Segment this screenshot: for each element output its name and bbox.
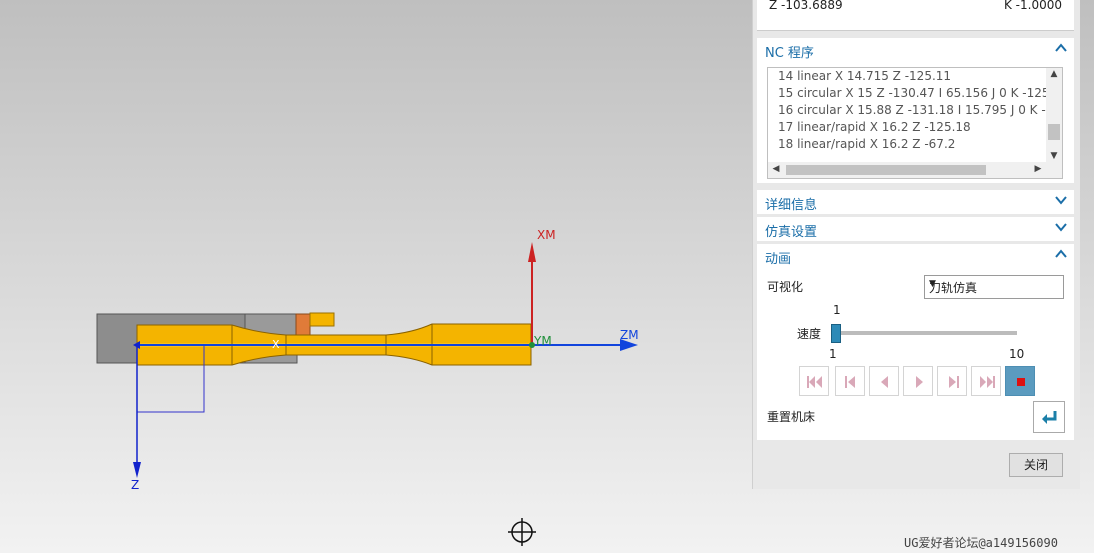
simulation-settings-section[interactable]: 仿真设置 bbox=[757, 217, 1074, 241]
nc-program-listbox[interactable]: 14 linear X 14.715 Z -125.11 15 circular… bbox=[767, 67, 1063, 179]
play-forward-button[interactable] bbox=[903, 366, 933, 396]
visualize-dropdown[interactable]: 刀轨仿真 ▼ bbox=[924, 275, 1064, 299]
reset-arrow-icon bbox=[1042, 411, 1057, 424]
crosshair-cursor-icon bbox=[508, 518, 536, 546]
animation-title[interactable]: 动画 bbox=[765, 248, 791, 267]
scroll-right-icon[interactable]: ▶ bbox=[1030, 164, 1046, 174]
dropdown-arrow-icon: ▼ bbox=[929, 279, 936, 289]
coordinate-readout: Z -103.6889 K -1.0000 bbox=[757, 0, 1074, 31]
nc-program-title[interactable]: NC 程序 bbox=[765, 42, 814, 61]
play-reverse-icon bbox=[881, 376, 888, 388]
nc-line[interactable]: 14 linear X 14.715 Z -125.11 bbox=[768, 68, 1046, 85]
scroll-thumb[interactable] bbox=[1048, 124, 1060, 140]
chevron-down-icon[interactable] bbox=[1054, 220, 1068, 234]
details-section[interactable]: 详细信息 bbox=[757, 190, 1074, 214]
details-title[interactable]: 详细信息 bbox=[765, 194, 817, 213]
stop-icon bbox=[1017, 378, 1025, 386]
nc-line[interactable]: 17 linear/rapid X 16.2 Z -125.18 bbox=[768, 119, 1046, 136]
reset-machine-label: 重置机床 bbox=[767, 410, 816, 424]
speed-current-value: 1 bbox=[833, 303, 841, 317]
step-back-button[interactable] bbox=[835, 366, 865, 396]
skip-to-start-button[interactable] bbox=[799, 366, 829, 396]
xm-label: XM bbox=[537, 228, 556, 242]
speed-label: 速度 bbox=[797, 327, 822, 341]
z-value: Z -103.6889 bbox=[769, 0, 843, 12]
jaw-tab bbox=[309, 312, 335, 327]
play-forward-icon bbox=[916, 376, 923, 388]
skip-to-end-icon bbox=[980, 376, 995, 388]
toolpath-scene bbox=[96, 242, 638, 478]
nc-line[interactable]: 15 circular X 15 Z -130.47 I 65.156 J 0 … bbox=[768, 85, 1046, 102]
z-label: Z bbox=[131, 478, 140, 492]
nc-program-section: NC 程序 14 linear X 14.715 Z -125.11 15 ci… bbox=[757, 38, 1074, 183]
ym-label: YM bbox=[534, 334, 552, 348]
stop-button[interactable] bbox=[1005, 366, 1035, 396]
k-value: K -1.0000 bbox=[1003, 0, 1062, 12]
scroll-up-icon[interactable]: ▲ bbox=[1046, 69, 1062, 79]
horizontal-scrollbar[interactable]: ◀ ▶ bbox=[768, 162, 1062, 178]
step-forward-icon bbox=[949, 376, 959, 388]
close-button[interactable]: 关闭 bbox=[1009, 453, 1063, 477]
speed-max-label: 10 bbox=[1009, 347, 1025, 361]
chevron-up-icon[interactable] bbox=[1054, 247, 1068, 261]
scroll-left-icon[interactable]: ◀ bbox=[768, 164, 784, 174]
zm-label: ZM bbox=[620, 328, 639, 342]
speed-slider-track[interactable] bbox=[831, 331, 1017, 335]
reset-machine-button[interactable] bbox=[1033, 401, 1065, 433]
speed-slider-thumb[interactable] bbox=[831, 324, 841, 343]
graphics-viewport[interactable]: XM ZM YM Z X bbox=[0, 0, 752, 553]
speed-min-label: 1 bbox=[829, 347, 837, 361]
vertical-scrollbar[interactable]: ▲ ▼ bbox=[1046, 68, 1062, 162]
nc-line[interactable]: 18 linear/rapid X 16.2 Z -67.2 bbox=[768, 136, 1046, 153]
scroll-down-icon[interactable]: ▼ bbox=[1046, 151, 1062, 161]
step-back-icon bbox=[845, 376, 855, 388]
nc-line[interactable]: 16 circular X 15.88 Z -131.18 I 15.795 J… bbox=[768, 102, 1046, 119]
x-marker-label: X bbox=[272, 338, 280, 351]
orange-block bbox=[295, 313, 311, 337]
visualize-label: 可视化 bbox=[767, 280, 804, 294]
play-reverse-button[interactable] bbox=[869, 366, 899, 396]
watermark: UG爱好者论坛@a149156090 bbox=[904, 536, 1058, 550]
simulation-settings-title[interactable]: 仿真设置 bbox=[765, 221, 817, 240]
simulation-panel: Z -103.6889 K -1.0000 NC 程序 14 linear X … bbox=[752, 0, 1080, 489]
skip-to-end-button[interactable] bbox=[971, 366, 1001, 396]
scroll-thumb[interactable] bbox=[786, 165, 986, 175]
step-forward-button[interactable] bbox=[937, 366, 967, 396]
animation-section: 动画 可视化 刀轨仿真 ▼ 1 速度 1 10 重置机床 bbox=[757, 244, 1074, 440]
skip-to-start-icon bbox=[807, 376, 822, 388]
chevron-down-icon[interactable] bbox=[1054, 193, 1068, 207]
chevron-up-icon[interactable] bbox=[1054, 41, 1068, 55]
